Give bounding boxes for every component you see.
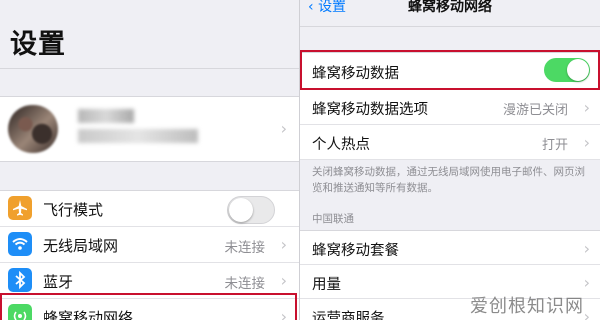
chevron-right-icon: ›	[280, 271, 287, 290]
chevron-right-icon: ›	[583, 273, 590, 292]
bluetooth-icon	[8, 268, 32, 292]
cellular-settings-panel: ‹ 设置 蜂窝移动网络 蜂窝移动数据 蜂窝移动数据选项 漫游已关闭 › 个人热点…	[300, 0, 600, 320]
avatar	[8, 105, 58, 153]
personal-hotspot-row[interactable]: 个人热点 打开 ›	[300, 125, 600, 160]
airplane-mode-toggle[interactable]	[227, 196, 275, 224]
chevron-right-icon: ›	[583, 307, 590, 320]
apple-id-profile[interactable]: ›	[0, 96, 299, 162]
chevron-right-icon: ›	[280, 235, 287, 254]
navigation-bar: ‹ 设置 蜂窝移动网络	[300, 0, 600, 18]
divider	[0, 68, 299, 69]
usage-label: 用量	[312, 277, 341, 293]
bluetooth-label: 蓝牙	[43, 273, 74, 291]
airplane-mode-label: 飞行模式	[43, 201, 104, 219]
carrier-services-label: 运营商服务	[312, 311, 385, 320]
highlight-box	[300, 50, 600, 90]
wifi-icon	[8, 232, 32, 256]
blurred-name	[78, 109, 134, 123]
watermark: 爱创根知识网	[470, 296, 584, 317]
cellular-data-options-label: 蜂窝移动数据选项	[312, 102, 428, 118]
roaming-status: 漫游已关闭	[502, 103, 568, 118]
chevron-right-icon: ›	[583, 239, 590, 258]
wifi-row[interactable]: 无线局域网 未连接 ›	[0, 227, 299, 263]
airplane-icon	[8, 196, 32, 220]
highlight-box	[0, 293, 297, 320]
blurred-subtitle	[78, 129, 198, 143]
wifi-status: 未连接	[224, 240, 266, 256]
page-title: 设置	[10, 29, 66, 60]
personal-hotspot-status: 打开	[541, 138, 568, 153]
chevron-right-icon: ›	[583, 133, 590, 152]
cellular-plan-label: 蜂窝移动套餐	[312, 243, 399, 259]
chevron-right-icon: ›	[583, 98, 590, 117]
wifi-label: 无线局域网	[43, 237, 119, 255]
cellular-plan-row[interactable]: 蜂窝移动套餐 ›	[300, 231, 600, 265]
nav-title: 蜂窝移动网络	[408, 0, 492, 15]
cellular-data-description: 关闭蜂窝移动数据，通过无线局域网使用电子邮件、网页浏览和推送通知等所有数据。	[312, 166, 585, 194]
cellular-data-options-row[interactable]: 蜂窝移动数据选项 漫游已关闭 ›	[300, 90, 600, 125]
settings-panel: 设置 › 飞行模式 无线局域网 未连接 › 蓝牙 未连接 › 蜂窝移动网络 ›	[0, 0, 299, 320]
airplane-mode-row[interactable]: 飞行模式	[0, 191, 299, 227]
divider	[300, 26, 600, 27]
carrier-section-header: 中国联通	[312, 213, 354, 225]
bluetooth-status: 未连接	[224, 276, 266, 292]
personal-hotspot-label: 个人热点	[312, 137, 370, 153]
chevron-right-icon: ›	[280, 119, 287, 138]
